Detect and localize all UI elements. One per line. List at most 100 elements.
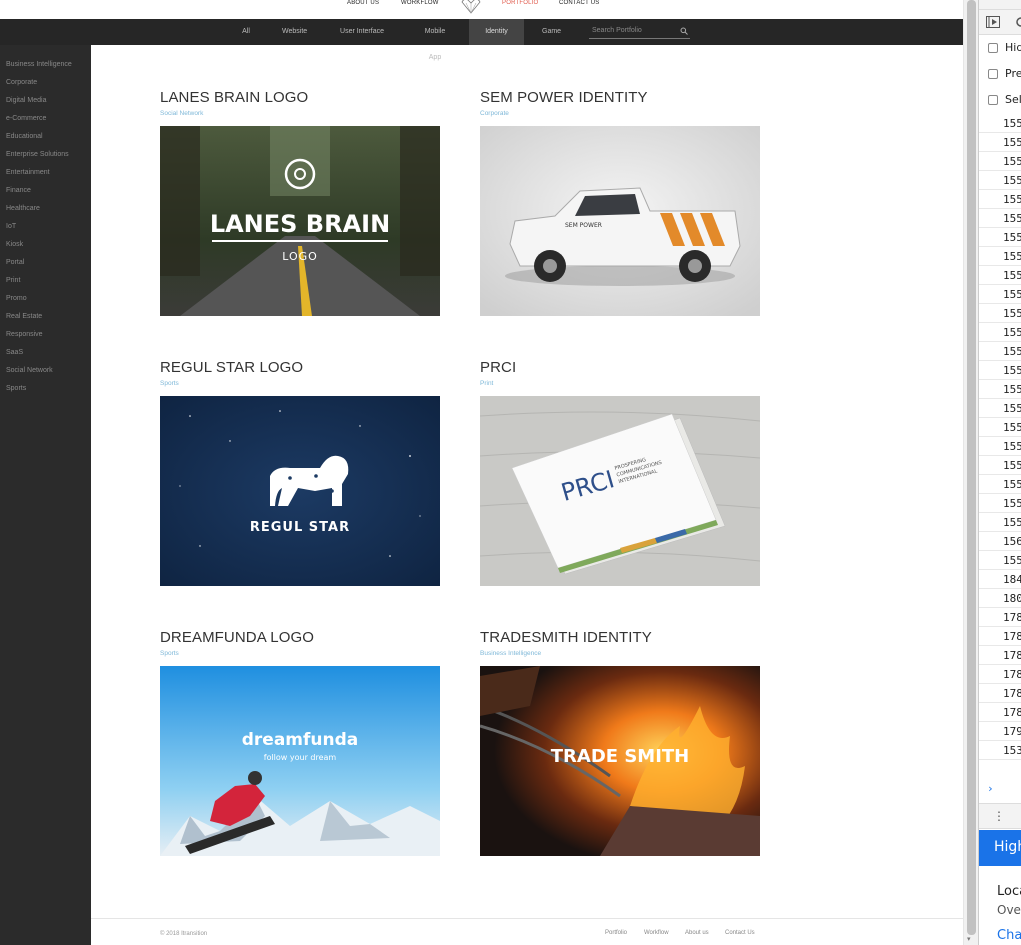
sidebar-item-kiosk[interactable]: Kiosk — [6, 241, 23, 248]
sidebar-item-sports[interactable]: Sports — [6, 385, 26, 392]
devtools-cha-link[interactable]: Cha — [997, 928, 1021, 943]
devtools-list-row[interactable]: 178 — [979, 646, 1021, 665]
card-title[interactable]: LANES BRAIN LOGO — [160, 89, 308, 106]
card-thumbnail[interactable]: TRADE SMITH — [480, 666, 760, 856]
card-title[interactable]: TRADESMITH IDENTITY — [480, 629, 652, 646]
filter-tab-all[interactable]: All — [228, 19, 264, 45]
sidebar-item-saas[interactable]: SaaS — [6, 349, 23, 356]
play-panel-icon[interactable] — [986, 16, 1000, 28]
devtools-list-row[interactable]: 155 — [979, 285, 1021, 304]
sidebar-item-portal[interactable]: Portal — [6, 259, 24, 266]
devtools-highlight-tab[interactable]: High — [979, 830, 1021, 866]
devtools-list-row[interactable]: 155 — [979, 342, 1021, 361]
devtools-list-row[interactable]: 178 — [979, 684, 1021, 703]
settings-icon[interactable] — [1015, 16, 1021, 28]
checkbox[interactable] — [988, 43, 998, 53]
devtools-checkbox-row[interactable]: Hid — [979, 36, 1021, 62]
filter-tab-game[interactable]: Game — [528, 19, 570, 45]
sidebar-item-enterprise-solutions[interactable]: Enterprise Solutions — [6, 151, 69, 158]
card-category[interactable]: Social Network — [160, 110, 203, 117]
footer-link-portfolio[interactable]: Portfolio — [605, 930, 627, 936]
footer-link-workflow[interactable]: Workflow — [644, 930, 669, 936]
devtools-list-row[interactable]: 155 — [979, 361, 1021, 380]
sidebar-item-entertainment[interactable]: Entertainment — [6, 169, 50, 176]
devtools-checkbox-row[interactable]: Sel — [979, 88, 1021, 114]
card-category[interactable]: Sports — [160, 380, 179, 387]
card-category[interactable]: Business Intelligence — [480, 650, 541, 657]
devtools-list-row[interactable]: 155 — [979, 190, 1021, 209]
devtools-list-row[interactable]: 155 — [979, 437, 1021, 456]
devtools-list-row[interactable]: 184 — [979, 570, 1021, 589]
devtools-list-row[interactable]: 178 — [979, 665, 1021, 684]
brand-logo-icon[interactable] — [460, 0, 482, 14]
card-thumbnail[interactable]: LANES BRAIN LOGO — [160, 126, 440, 316]
card-thumbnail[interactable]: dreamfunda follow your dream — [160, 666, 440, 856]
sidebar-item-print[interactable]: Print — [6, 277, 20, 284]
filter-tab-user-interface[interactable]: User Interface — [326, 19, 398, 45]
scroll-down-icon[interactable]: ▾ — [967, 935, 971, 943]
filter-tab-website[interactable]: Website — [268, 19, 320, 45]
nav-workflow[interactable]: WORKFLOW — [401, 0, 439, 6]
devtools-list-row[interactable]: 155 — [979, 114, 1021, 133]
sidebar-item-digital-media[interactable]: Digital Media — [6, 97, 46, 104]
sidebar-item-e-commerce[interactable]: e-Commerce — [6, 115, 46, 122]
card-category[interactable]: Sports — [160, 650, 179, 657]
sidebar-item-corporate[interactable]: Corporate — [6, 79, 37, 86]
page-scrollbar[interactable]: ▾ — [963, 0, 978, 945]
devtools-list-row[interactable]: 155 — [979, 551, 1021, 570]
card-title[interactable]: REGUL STAR LOGO — [160, 359, 303, 376]
card-title[interactable]: PRCI — [480, 359, 516, 376]
devtools-list-row[interactable]: 155 — [979, 228, 1021, 247]
nav-about-us[interactable]: ABOUT US — [347, 0, 379, 6]
sidebar-item-finance[interactable]: Finance — [6, 187, 31, 194]
card-thumbnail[interactable]: PRCI PROSPERING COMMUNICATIONS INTERNATI… — [480, 396, 760, 586]
devtools-list-row[interactable]: 155 — [979, 418, 1021, 437]
scrollbar-thumb[interactable] — [967, 0, 976, 935]
devtools-list-row[interactable]: 155 — [979, 323, 1021, 342]
devtools-list-row[interactable]: 155 — [979, 209, 1021, 228]
checkbox[interactable] — [988, 69, 998, 79]
sidebar-item-real-estate[interactable]: Real Estate — [6, 313, 42, 320]
footer-link-about-us[interactable]: About us — [685, 930, 709, 936]
footer-link-contact-us[interactable]: Contact Us — [725, 930, 755, 936]
card-thumbnail[interactable]: REGUL STAR — [160, 396, 440, 586]
sidebar-item-social-network[interactable]: Social Network — [6, 367, 53, 374]
devtools-list-row[interactable]: 155 — [979, 513, 1021, 532]
checkbox[interactable] — [988, 95, 998, 105]
chevron-right-icon[interactable]: › — [987, 782, 994, 795]
devtools-list-row[interactable]: 155 — [979, 475, 1021, 494]
sidebar-item-healthcare[interactable]: Healthcare — [6, 205, 40, 212]
sidebar-item-business-intelligence[interactable]: Business Intelligence — [6, 61, 72, 68]
devtools-list-row[interactable]: 180 — [979, 589, 1021, 608]
devtools-list-row[interactable]: 155 — [979, 304, 1021, 323]
devtools-checkbox-row[interactable]: Pre — [979, 62, 1021, 88]
devtools-list-row[interactable]: 156 — [979, 532, 1021, 551]
card-category[interactable]: Corporate — [480, 110, 509, 117]
devtools-list-row[interactable]: 155 — [979, 456, 1021, 475]
devtools-list-row[interactable]: 153 — [979, 741, 1021, 760]
sidebar-item-promo[interactable]: Promo — [6, 295, 27, 302]
devtools-list-row[interactable]: 155 — [979, 380, 1021, 399]
search-icon[interactable] — [680, 27, 688, 35]
devtools-list-row[interactable]: 178 — [979, 703, 1021, 722]
card-title[interactable]: DREAMFUNDA LOGO — [160, 629, 314, 646]
devtools-list-row[interactable]: 155 — [979, 494, 1021, 513]
card-thumbnail[interactable]: SEM POWER — [480, 126, 760, 316]
nav-portfolio[interactable]: PORTFOLIO — [502, 0, 538, 6]
devtools-list-row[interactable]: 179 — [979, 722, 1021, 741]
card-title[interactable]: SEM POWER IDENTITY — [480, 89, 648, 106]
sidebar-item-responsive[interactable]: Responsive — [6, 331, 43, 338]
devtools-list-row[interactable]: 155 — [979, 399, 1021, 418]
nav-contact-us[interactable]: CONTACT US — [559, 0, 599, 6]
devtools-list-row[interactable]: 155 — [979, 152, 1021, 171]
filter-tab-identity[interactable]: Identity — [469, 19, 524, 45]
search-input[interactable]: Search Portfolio — [589, 25, 690, 39]
card-category[interactable]: Print — [480, 380, 493, 387]
devtools-list-row[interactable]: 155 — [979, 133, 1021, 152]
devtools-list-row[interactable]: 155 — [979, 171, 1021, 190]
devtools-list-row[interactable]: 155 — [979, 247, 1021, 266]
devtools-list-row[interactable]: 155 — [979, 266, 1021, 285]
filter-tab-mobile-app[interactable]: Mobile App — [404, 19, 466, 61]
sidebar-item-educational[interactable]: Educational — [6, 133, 43, 140]
kebab-menu-icon[interactable]: ⋮ — [993, 809, 1005, 823]
